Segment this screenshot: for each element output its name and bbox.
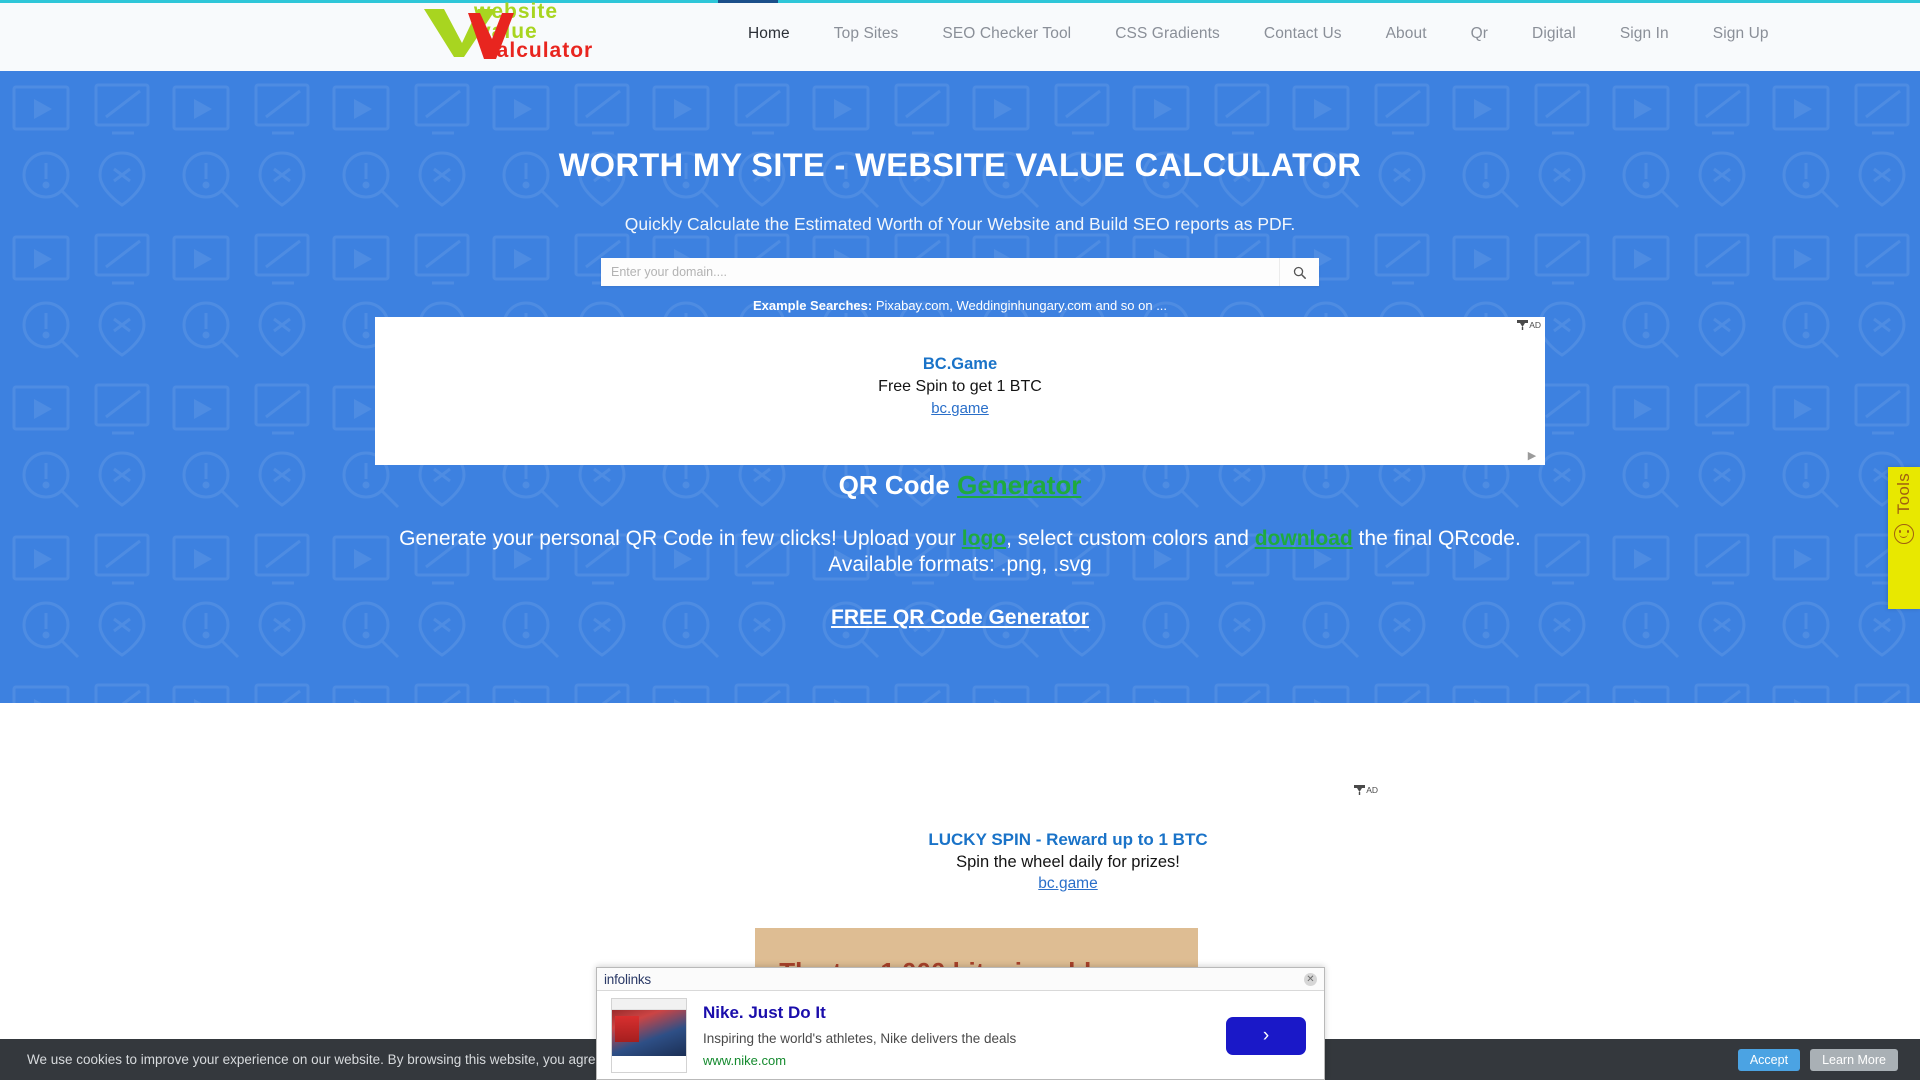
cookie-consent-actions: Accept Learn More [1737, 1048, 1898, 1071]
infolinks-next-button[interactable]: › [1226, 1016, 1306, 1055]
ad-url-bottom[interactable]: bc.game [1038, 875, 1097, 893]
nav-item-top-sites[interactable]: Top Sites [812, 25, 921, 43]
ad-choices-icon [1517, 320, 1529, 330]
qr-heading: QR Code Generator [0, 470, 1920, 501]
example-searches-label: Example Searches: [752, 298, 873, 313]
qr-desc-part-1: Generate your personal QR Code in few cl… [399, 527, 962, 550]
smiley-icon [1894, 524, 1914, 545]
search-button[interactable] [1279, 258, 1319, 286]
ad-badge-label-bottom: AD [1366, 785, 1378, 795]
infolinks-titlebar: infolinks ✕ [597, 968, 1324, 991]
nav-item-css-gradients[interactable]: CSS Gradients [1093, 25, 1242, 43]
nav-item-sign-in[interactable]: Sign In [1598, 25, 1691, 43]
hero-subtitle: Quickly Calculate the Estimated Worth of… [624, 214, 1296, 234]
qr-promo-section: QR Code Generator Generate your personal… [0, 470, 1920, 630]
ad-badge-top: AD [1517, 320, 1541, 330]
example-searches: Example Searches: Pixabay.com, Weddingin… [0, 298, 1920, 313]
ad-body-bottom: LUCKY SPIN - Reward up to 1 BTC Spin the… [758, 830, 1378, 893]
search-icon [1293, 266, 1306, 279]
nav-item-sign-up[interactable]: Sign Up [1691, 25, 1791, 43]
nav-item-about[interactable]: About [1364, 25, 1449, 43]
ad-description-bottom: Spin the wheel daily for prizes! [956, 853, 1180, 871]
infolinks-ad-title[interactable]: Nike. Just Do It [703, 1003, 1210, 1023]
domain-search-form [601, 258, 1319, 286]
ad-description-top: Free Spin to get 1 BTC [878, 378, 1042, 395]
ad-title-bottom[interactable]: LUCKY SPIN - Reward up to 1 BTC [758, 830, 1378, 850]
free-qr-generator-cta[interactable]: FREE QR Code Generator [831, 606, 1089, 630]
ad-badge-bottom: AD [1354, 785, 1378, 795]
ad-unit-top[interactable]: AD BC.Game Free Spin to get 1 BTC bc.gam… [375, 317, 1545, 465]
main-navigation: Home Top Sites SEO Checker Tool CSS Grad… [726, 25, 1791, 43]
infolinks-thumbnail [611, 998, 687, 1073]
qr-desc-part-2: , select custom colors and [1006, 527, 1255, 550]
page-title: Worth My Site - Website Value Calculator [558, 147, 1362, 183]
qr-logo-link[interactable]: logo [962, 527, 1006, 550]
close-icon[interactable]: ✕ [1304, 972, 1317, 986]
nav-item-digital[interactable]: Digital [1510, 25, 1598, 43]
ad-body-top: BC.Game Free Spin to get 1 BTC bc.game [375, 355, 1545, 418]
site-logo[interactable]: website value calculator [422, 0, 637, 61]
qr-heading-prefix: QR Code [838, 470, 958, 500]
tools-side-tab[interactable]: Tools [1888, 467, 1920, 609]
accept-cookies-button[interactable]: Accept [1737, 1048, 1801, 1071]
search-input[interactable] [601, 258, 1279, 286]
infolinks-text-block: Nike. Just Do It Inspiring the world's a… [703, 1003, 1210, 1067]
qr-description: Generate your personal QR Code in few cl… [370, 526, 1550, 579]
nav-item-seo-checker[interactable]: SEO Checker Tool [920, 25, 1093, 43]
ad-choices-icon [1354, 785, 1366, 795]
qr-generator-link[interactable]: Generator [957, 470, 1081, 500]
ad-next-arrow-icon[interactable]: ▶ [1525, 450, 1539, 462]
infolinks-body: Nike. Just Do It Inspiring the world's a… [597, 991, 1324, 1080]
ad-title-top[interactable]: BC.Game [375, 355, 1545, 374]
chevron-right-icon: › [1262, 1024, 1270, 1046]
learn-more-button[interactable]: Learn More [1810, 1048, 1898, 1071]
qr-download-link[interactable]: download [1255, 527, 1353, 550]
infolinks-ad-url[interactable]: www.nike.com [703, 1053, 1210, 1068]
infolinks-ad-overlay[interactable]: infolinks ✕ Nike. Just Do It Inspiring t… [596, 967, 1325, 1080]
tools-tab-label: Tools [1894, 473, 1913, 515]
ad-badge-label-top: AD [1529, 320, 1541, 330]
ad-unit-bottom[interactable]: AD LUCKY SPIN - Reward up to 1 BTC Spin … [758, 785, 1378, 940]
hero-content: Worth My Site - Website Value Calculator… [0, 147, 1920, 313]
site-header: website value calculator Home Top Sites … [0, 0, 1920, 71]
ad-url-top[interactable]: bc.game [931, 400, 989, 417]
nav-item-qr[interactable]: Qr [1449, 25, 1510, 43]
infolinks-ad-description: Inspiring the world's athletes, Nike del… [703, 1030, 1017, 1046]
nav-item-home[interactable]: Home [726, 25, 812, 43]
page-root: website value calculator Home Top Sites … [0, 0, 1920, 1080]
infolinks-brand: infolinks [604, 971, 651, 987]
example-searches-value: Pixabay.com, Weddinginhungary.com and so… [875, 298, 1168, 313]
nav-item-contact-us[interactable]: Contact Us [1242, 25, 1364, 43]
